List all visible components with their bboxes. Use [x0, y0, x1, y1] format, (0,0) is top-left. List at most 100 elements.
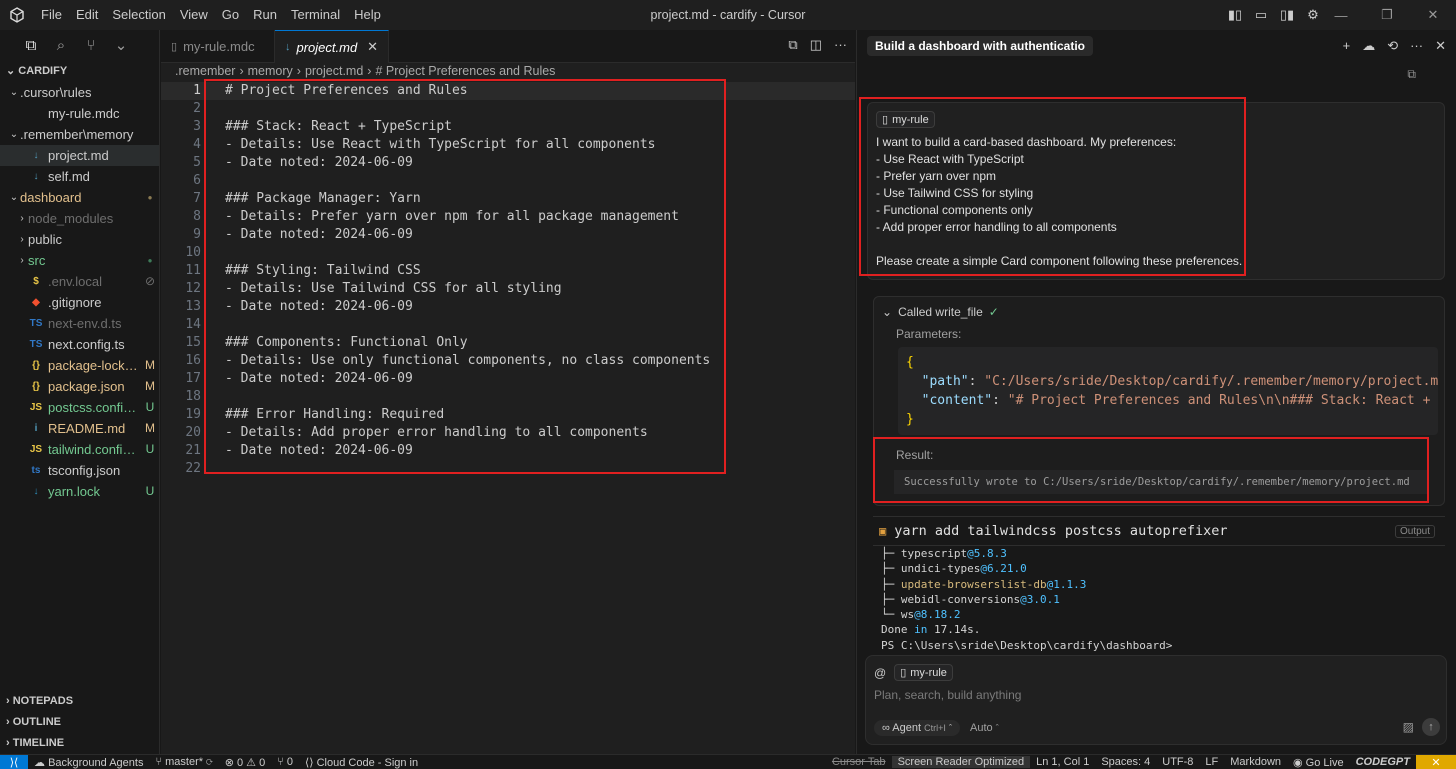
- indentation[interactable]: Spaces: 4: [1095, 756, 1156, 768]
- menu-go[interactable]: Go: [215, 0, 246, 30]
- close-tab-icon[interactable]: ✕: [367, 39, 378, 55]
- tree-item[interactable]: › src ●: [0, 250, 159, 271]
- cursor-tab[interactable]: Cursor Tab: [826, 756, 892, 768]
- language-mode[interactable]: Markdown: [1224, 756, 1287, 768]
- chat-input-placeholder[interactable]: Plan, search, build anything: [874, 688, 1021, 702]
- tree-item[interactable]: TS next-env.d.ts: [0, 313, 159, 334]
- menu-run[interactable]: Run: [246, 0, 284, 30]
- explorer-icon[interactable]: ⧉: [16, 30, 46, 60]
- section-outline[interactable]: › OUTLINE: [0, 712, 160, 733]
- tree-item[interactable]: {} package.json M: [0, 376, 159, 397]
- history-icon[interactable]: ⟲: [1387, 38, 1398, 54]
- end-of-line[interactable]: LF: [1199, 756, 1224, 768]
- minimize-button[interactable]: —: [1318, 0, 1364, 30]
- tree-item[interactable]: ts tsconfig.json: [0, 460, 159, 481]
- menu-edit[interactable]: Edit: [69, 0, 105, 30]
- terminal-header[interactable]: ▣ yarn add tailwindcss postcss autoprefi…: [873, 516, 1445, 546]
- git-branch[interactable]: ⑂ master* ⟳: [149, 756, 218, 768]
- tree-item[interactable]: ↓ yarn.lock U: [0, 481, 159, 502]
- tab-project-md[interactable]: ↓ project.md ✕: [275, 30, 389, 63]
- mention-icon[interactable]: @: [874, 666, 886, 680]
- tree-item[interactable]: {} package-lock.json M: [0, 355, 159, 376]
- encoding[interactable]: UTF-8: [1156, 756, 1199, 768]
- tree-item[interactable]: TS next.config.ts: [0, 334, 159, 355]
- breadcrumb-item[interactable]: memory: [248, 63, 293, 80]
- git-status-badge: M: [145, 358, 155, 372]
- problems-count[interactable]: ⊗ 0 ⚠ 0: [219, 756, 271, 769]
- tree-item[interactable]: $ .env.local ⊘: [0, 271, 159, 292]
- json-key: "path": [921, 374, 969, 389]
- split-editor-icon[interactable]: ◫: [810, 37, 822, 53]
- rule-pill[interactable]: ▯ my-rule: [876, 111, 935, 128]
- image-icon[interactable]: ▨: [1403, 720, 1414, 734]
- code-line: 17 - Date noted: 2024-06-09: [161, 370, 855, 388]
- terminal-lines: ├─ typescript@5.8.3 ├─ undici-types@6.21.…: [873, 546, 1445, 622]
- section-notepads[interactable]: › NOTEPADS: [0, 691, 160, 712]
- close-panel-icon[interactable]: ✕: [1435, 38, 1446, 54]
- ports[interactable]: ⑂ 0: [271, 756, 299, 768]
- copy-icon[interactable]: ⧉: [1407, 67, 1416, 82]
- tool-call-header[interactable]: ⌄ Called write_file ✓: [874, 297, 1444, 319]
- remote-icon[interactable]: ⟩⟨: [0, 754, 28, 769]
- tree-item[interactable]: ↓ project.md: [0, 145, 159, 166]
- more-options-icon[interactable]: ···: [1410, 38, 1423, 54]
- line-text: - Date noted: 2024-06-09: [225, 227, 413, 242]
- tree-item[interactable]: ⌄ dashboard ●: [0, 187, 159, 208]
- chat-title[interactable]: Build a dashboard with authenticatio: [867, 36, 1094, 56]
- agent-mode-button[interactable]: ∞ Agent Ctrl+I ˆ: [874, 720, 960, 736]
- toggle-panel-icon[interactable]: ▭: [1252, 6, 1270, 24]
- section-timeline[interactable]: › TIMELINE: [0, 733, 160, 754]
- tree-item[interactable]: ◆ .gitignore: [0, 292, 159, 313]
- status-bar: ⟩⟨ ☁ Background Agents ⑂ master* ⟳ ⊗ 0 ⚠…: [0, 754, 1456, 769]
- tree-item[interactable]: › public: [0, 229, 159, 250]
- menu-help[interactable]: Help: [347, 0, 388, 30]
- menu-selection[interactable]: Selection: [105, 0, 172, 30]
- maximize-button[interactable]: ❐: [1364, 0, 1410, 30]
- tree-item[interactable]: ⌄ .cursor\rules: [0, 82, 159, 103]
- rule-pill[interactable]: ▯ my-rule: [894, 664, 953, 681]
- search-icon[interactable]: ⌕: [46, 30, 76, 60]
- chat-input[interactable]: @ ▯ my-rule Plan, search, build anything …: [865, 655, 1447, 745]
- tab-my-rule[interactable]: ▯ my-rule.mdc: [161, 30, 275, 63]
- breadcrumb-item[interactable]: # Project Preferences and Rules: [375, 63, 555, 80]
- tree-item[interactable]: JS tailwind.config.js U: [0, 439, 159, 460]
- tree-item[interactable]: i README.md M: [0, 418, 159, 439]
- tree-item[interactable]: ⌄ .remember\memory: [0, 124, 159, 145]
- codegpt[interactable]: CODEGPT: [1350, 756, 1416, 768]
- send-arrow-icon[interactable]: ↑: [1422, 718, 1440, 736]
- open-preview-icon[interactable]: ⧉: [788, 37, 797, 53]
- tree-item[interactable]: my-rule.mdc: [0, 103, 159, 124]
- breadcrumb-item[interactable]: project.md: [305, 63, 363, 80]
- file-type-icon: ↓: [33, 486, 39, 497]
- user-message[interactable]: ▯ my-rule I want to build a card-based da…: [867, 102, 1445, 280]
- tree-item[interactable]: ↓ self.md: [0, 166, 159, 187]
- new-chat-icon[interactable]: +: [1343, 38, 1351, 54]
- explorer-root[interactable]: ⌄ CARDIFY: [0, 60, 159, 82]
- file-type-icon: TS: [29, 339, 43, 350]
- model-selector[interactable]: Auto ˆ: [970, 722, 999, 734]
- tree-item[interactable]: JS postcss.config.js U: [0, 397, 159, 418]
- chevron-down-icon[interactable]: ⌄: [106, 30, 136, 60]
- menu-terminal[interactable]: Terminal: [284, 0, 347, 30]
- cloud-icon[interactable]: ☁: [1362, 38, 1375, 54]
- close-window-button[interactable]: ✕: [1410, 0, 1456, 30]
- cursor-position[interactable]: Ln 1, Col 1: [1030, 756, 1095, 768]
- code-editor[interactable]: 1 # Project Preferences and Rules 2 3 ### St…: [161, 82, 855, 478]
- menu-view[interactable]: View: [173, 0, 215, 30]
- background-agents[interactable]: ☁ Background Agents: [28, 756, 149, 769]
- more-actions-icon[interactable]: ···: [834, 37, 847, 53]
- go-live[interactable]: ◉ Go Live: [1287, 756, 1350, 769]
- tree-item[interactable]: › node_modules: [0, 208, 159, 229]
- cloud-code[interactable]: ⟨⟩ Cloud Code - Sign in: [299, 756, 424, 769]
- markdown-icon: ↓: [285, 41, 291, 53]
- output-button[interactable]: Output: [1394, 525, 1435, 538]
- notifications-icon[interactable]: ✕: [1416, 754, 1456, 769]
- breadcrumb-item[interactable]: .remember: [175, 63, 235, 80]
- source-control-icon[interactable]: ⑂: [76, 30, 106, 60]
- line-text: ### Components: Functional Only: [225, 335, 468, 350]
- toggle-primary-sidebar-icon[interactable]: ▮▯: [1226, 6, 1244, 24]
- screen-reader-mode[interactable]: Screen Reader Optimized: [891, 756, 1031, 768]
- chevron-icon: ⌄: [9, 129, 19, 140]
- menu-file[interactable]: File: [34, 0, 69, 30]
- toggle-secondary-sidebar-icon[interactable]: ▯▮: [1278, 6, 1296, 24]
